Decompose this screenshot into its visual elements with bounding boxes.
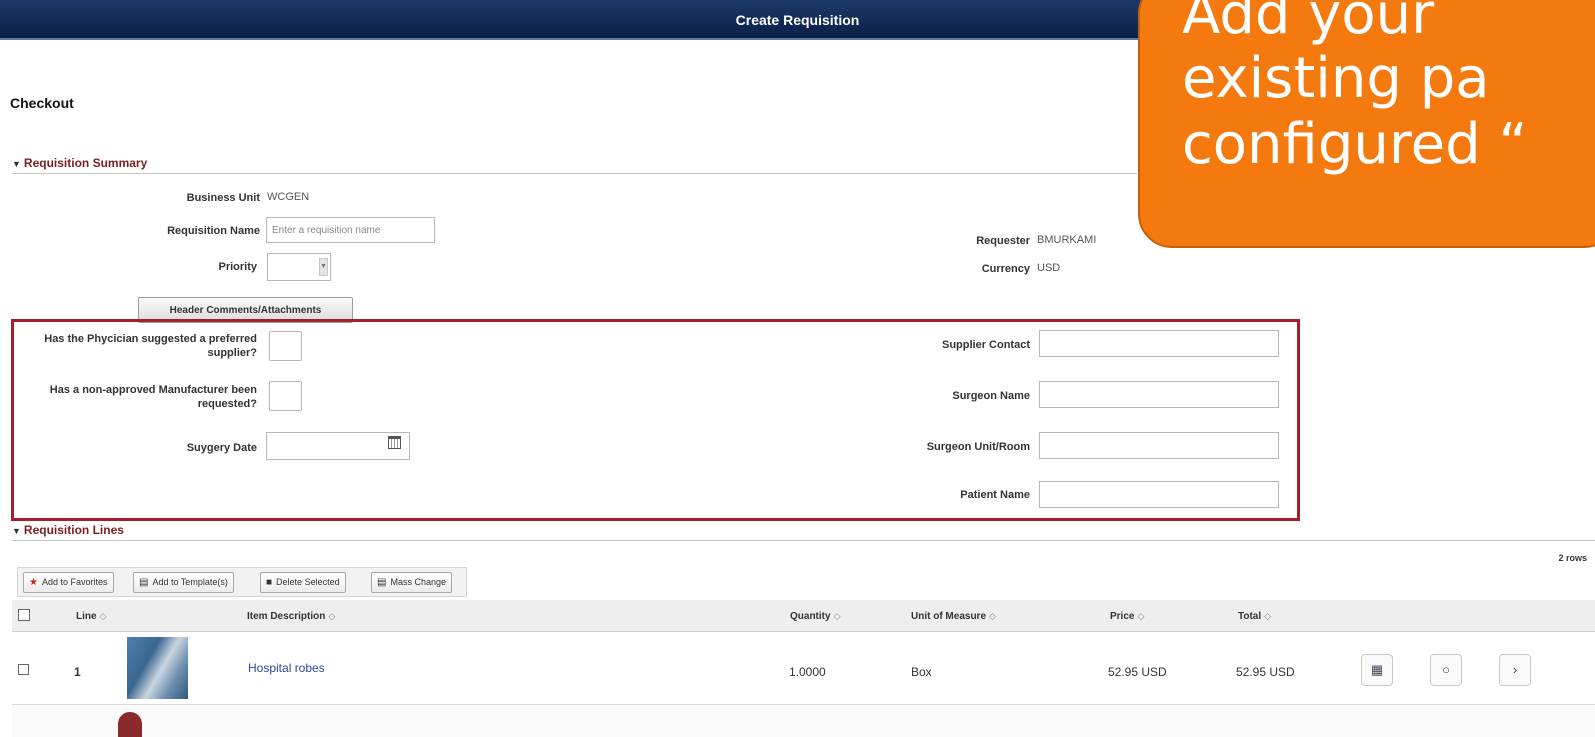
requisition-summary-header[interactable]: ▼ Requisition Summary: [12, 156, 147, 170]
col-line-label: Line: [76, 611, 97, 622]
sort-icon: ◇: [833, 611, 841, 621]
comment-icon[interactable]: ○: [1430, 654, 1462, 686]
table-row: [12, 706, 1595, 737]
priority-select[interactable]: ▼: [267, 253, 331, 281]
col-price[interactable]: Price ◇: [1110, 611, 1144, 622]
col-total-label: Total: [1238, 611, 1262, 622]
manufacturer-label: Has a non-approved Manufacturer been req…: [14, 383, 257, 411]
sort-icon: ◇: [99, 611, 107, 621]
add-to-favorites-label: Add to Favorites: [41, 577, 108, 587]
surgeon-name-label: Surgeon Name: [952, 390, 1030, 402]
sort-icon: ◇: [1137, 611, 1145, 621]
supplier-contact-input[interactable]: [1039, 330, 1279, 357]
patient-name-input[interactable]: [1039, 481, 1279, 508]
sort-icon: ◇: [1264, 611, 1272, 621]
currency-value: USD: [1037, 262, 1061, 274]
sort-icon: ◇: [328, 611, 336, 621]
page-heading: Checkout: [10, 95, 74, 111]
row-checkbox[interactable]: [18, 664, 29, 675]
add-to-template-label: Add to Template(s): [152, 577, 228, 587]
col-item-description-label: Item Description: [247, 611, 326, 622]
row-price: 52.95 USD: [1108, 665, 1167, 679]
requester-label: Requester: [976, 235, 1030, 247]
col-unit-of-measure[interactable]: Unit of Measure ◇: [911, 611, 996, 622]
currency-label: Currency: [981, 263, 1030, 275]
delete-selected-button[interactable]: ■ Delete Selected: [260, 572, 346, 593]
col-line[interactable]: Line ◇: [76, 611, 106, 622]
row-line-number: 1: [74, 665, 81, 679]
add-to-template-button[interactable]: ▤ Add to Template(s): [133, 572, 234, 593]
trash-icon: ■: [266, 577, 273, 588]
mass-change-button[interactable]: ▤ Mass Change: [371, 572, 452, 593]
lines-grid-header: Line ◇ Item Description ◇ Quantity ◇ Unit o…: [12, 600, 1595, 632]
mass-change-label: Mass Change: [390, 577, 446, 587]
sort-icon: ◇: [989, 611, 996, 621]
template-icon: ▤: [139, 577, 149, 588]
add-to-favorites-button[interactable]: ★ Add to Favorites: [23, 572, 114, 593]
requisition-name-label: Requisition Name: [167, 225, 260, 237]
star-icon: ★: [29, 577, 38, 588]
item-description-link[interactable]: Hospital robes: [248, 661, 325, 675]
requisition-lines-title: Requisition Lines: [23, 523, 124, 537]
patient-name-label: Patient Name: [960, 489, 1030, 501]
requisition-name-input[interactable]: [266, 217, 435, 243]
col-quantity-label: Quantity: [790, 611, 831, 622]
col-quantity[interactable]: Quantity ◇: [790, 611, 840, 622]
col-price-label: Price: [1110, 611, 1135, 622]
row-quantity: 1.0000: [789, 665, 826, 679]
surgeon-unit-label: Surgeon Unit/Room: [926, 441, 1030, 453]
section-divider: [12, 173, 1137, 174]
manufacturer-label-line2: requested?: [197, 398, 257, 410]
supplier-contact-label: Supplier Contact: [941, 339, 1030, 351]
chevron-down-icon: ▼: [319, 258, 328, 276]
requisition-summary-title: Requisition Summary: [23, 156, 148, 170]
collapse-caret-icon: ▼: [12, 526, 21, 536]
surgeon-name-input[interactable]: [1039, 381, 1279, 408]
business-unit-value: WCGEN: [267, 191, 310, 203]
requester-value: BMURKAMI: [1037, 234, 1097, 246]
row-total: 52.95 USD: [1236, 665, 1295, 679]
requisition-lines-header[interactable]: ▼ Requisition Lines: [12, 523, 124, 537]
manufacturer-label-line1: Has a non-approved Manufacturer been: [49, 384, 257, 396]
row-uom: Box: [911, 665, 932, 679]
priority-label: Priority: [218, 261, 257, 273]
calendar-icon[interactable]: [388, 436, 401, 449]
physician-supplier-checkbox[interactable]: [269, 331, 302, 361]
surgery-date-label: Suygery Date: [186, 442, 257, 454]
section-divider: [12, 540, 1595, 541]
select-all-checkbox[interactable]: [18, 609, 30, 621]
physician-supplier-label-line2: supplier?: [207, 347, 257, 359]
physician-supplier-label: Has the Phycician suggested a preferred …: [14, 332, 257, 360]
collapse-caret-icon: ▼: [12, 159, 21, 169]
chevron-right-icon[interactable]: ›: [1499, 654, 1531, 686]
item-thumbnail[interactable]: [118, 712, 142, 737]
col-total[interactable]: Total ◇: [1238, 611, 1271, 622]
col-item-description[interactable]: Item Description ◇: [247, 611, 335, 622]
callout-line-3: configured “: [1182, 112, 1528, 177]
delete-selected-label: Delete Selected: [276, 577, 340, 587]
physician-supplier-label-line1: Has the Phycician suggested a preferred: [44, 333, 257, 345]
callout-line-1: Add your: [1182, 0, 1435, 47]
manufacturer-checkbox[interactable]: [269, 381, 302, 411]
callout-line-2: existing pa: [1182, 46, 1490, 111]
schedule-icon[interactable]: ▦: [1361, 654, 1393, 686]
lines-toolbar: ★ Add to Favorites ▤ Add to Template(s) ■ D…: [17, 567, 467, 597]
item-thumbnail[interactable]: [127, 637, 188, 699]
callout-overlay: Add your existing pa configured “: [1138, 0, 1595, 248]
rows-count: 2 rows: [1558, 553, 1587, 563]
mass-change-icon: ▤: [377, 577, 387, 588]
business-unit-label: Business Unit: [186, 192, 260, 204]
surgeon-unit-input[interactable]: [1039, 432, 1279, 459]
col-uom-label: Unit of Measure: [911, 611, 987, 622]
